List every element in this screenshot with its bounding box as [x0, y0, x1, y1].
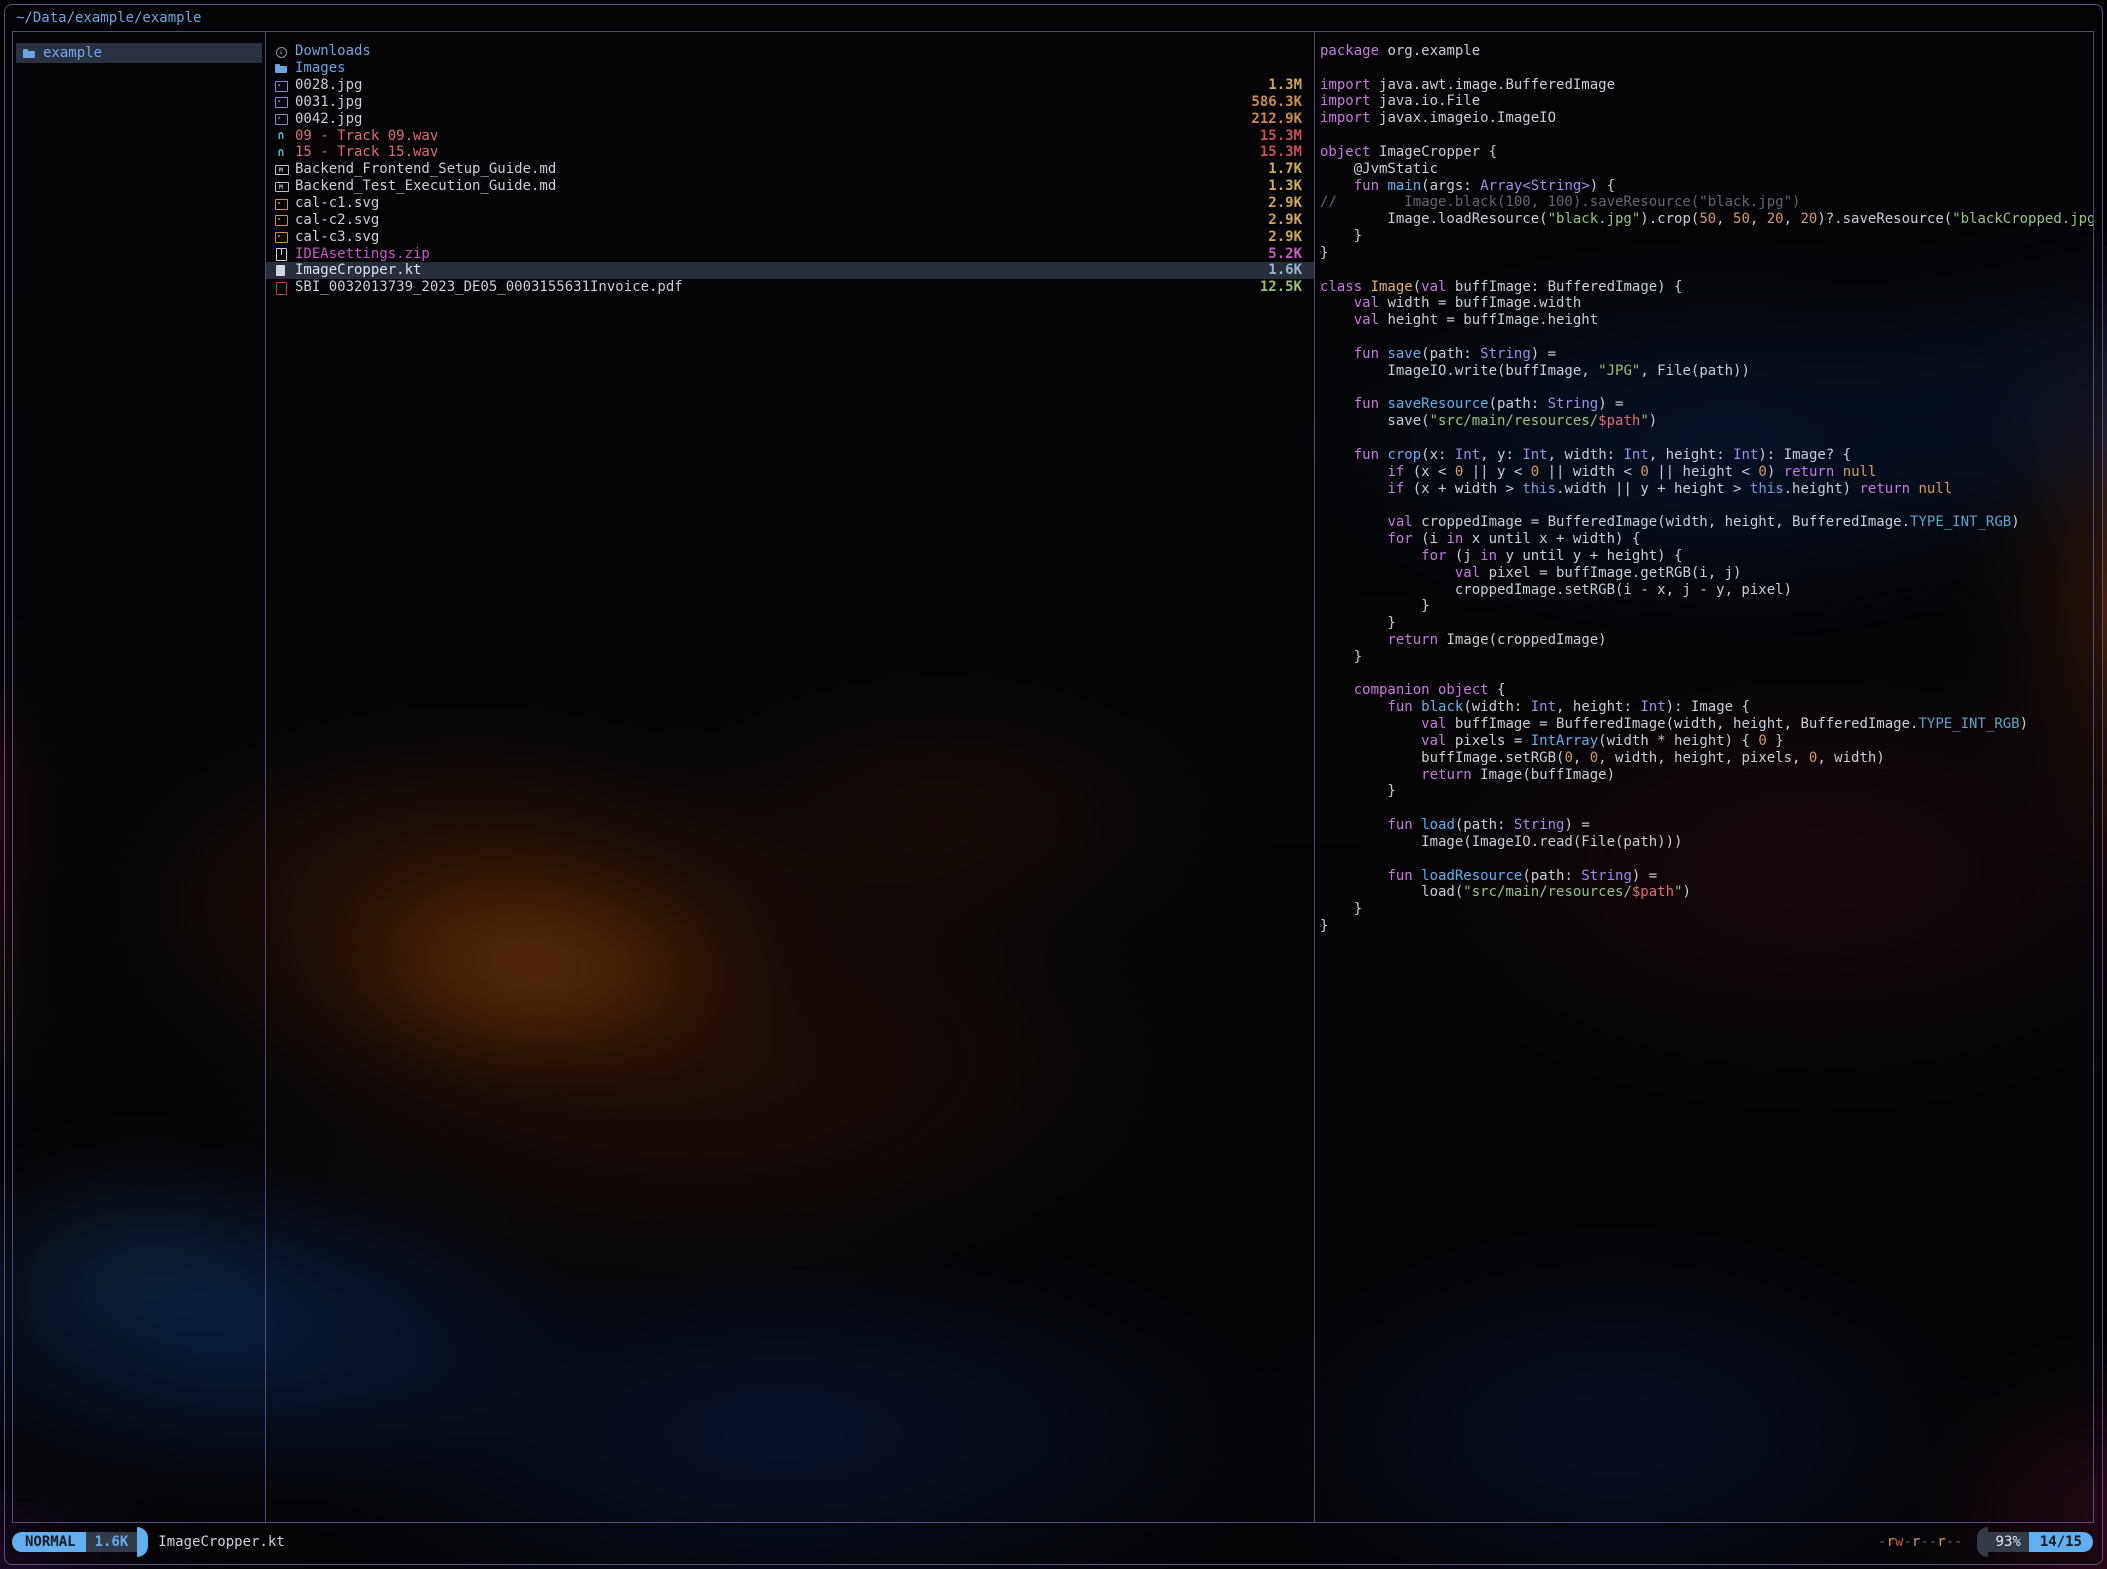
file-row-selected[interactable]: ImageCropper.kt 1.6K [266, 262, 1314, 279]
image-icon [274, 77, 289, 94]
parent-list: example [13, 32, 265, 63]
file-manager-panes: example Downloads Images [12, 31, 2094, 1523]
file-name: ImageCropper.kt [295, 262, 421, 278]
file-size: 12.5K [1252, 279, 1302, 295]
file-row[interactable]: 09 - Track 09.wav 15.3M [266, 127, 1314, 144]
pdf-icon [274, 279, 289, 296]
file-size: 15.3M [1252, 144, 1302, 160]
file-name: 15 - Track 15.wav [295, 144, 438, 160]
file-size: 5.2K [1260, 246, 1302, 262]
file-row[interactable]: cal-c1.svg 2.9K [266, 195, 1314, 212]
file-name: 09 - Track 09.wav [295, 128, 438, 144]
file-name: Downloads [295, 43, 371, 59]
file-row[interactable]: 0031.jpg 586.3K [266, 94, 1314, 111]
file-size: 2.9K [1260, 229, 1302, 245]
file-name: 0028.jpg [295, 77, 362, 93]
parent-pane: example [13, 32, 266, 1522]
file-list: Downloads Images 0028.jpg 1.3M [266, 32, 1314, 296]
current-pane: Downloads Images 0028.jpg 1.3M [266, 32, 1315, 1522]
image-icon [274, 195, 289, 212]
file-permissions: -rw-r--r-- [1878, 1534, 1962, 1550]
file-name: cal-c3.svg [295, 229, 379, 245]
cwd-path: ~/Data/example/example [16, 10, 201, 26]
status-bar: NORMAL 1.6K ImageCropper.kt -rw-r--r-- 9… [12, 1527, 2093, 1557]
folder-icon [22, 45, 37, 62]
file-name: 0031.jpg [295, 94, 362, 110]
file-icon [274, 262, 289, 279]
file-size: 1.3M [1260, 77, 1302, 93]
screen: ~/Data/example/example example Downloads [0, 0, 2107, 1569]
mode-indicator: NORMAL [12, 1532, 86, 1552]
file-row[interactable]: Backend_Test_Execution_Guide.md 1.3K [266, 178, 1314, 195]
file-size: 212.9K [1243, 111, 1302, 127]
file-name: cal-c1.svg [295, 195, 379, 211]
markdown-icon [274, 161, 289, 178]
file-size: 1.6K [1260, 262, 1302, 278]
file-row[interactable]: 0028.jpg 1.3M [266, 77, 1314, 94]
file-row[interactable]: IDEAsettings.zip 5.2K [266, 245, 1314, 262]
file-row[interactable]: cal-c2.svg 2.9K [266, 211, 1314, 228]
parent-item-example[interactable]: example [16, 43, 262, 63]
audio-icon [274, 144, 289, 161]
folder-download-icon [274, 43, 289, 60]
terminal-window: ~/Data/example/example example Downloads [4, 4, 2103, 1565]
segment-cap-icon [1977, 1527, 1988, 1557]
file-name: cal-c2.svg [295, 212, 379, 228]
folder-icon [274, 60, 289, 77]
file-row[interactable]: Backend_Frontend_Setup_Guide.md 1.7K [266, 161, 1314, 178]
file-size: 2.9K [1260, 195, 1302, 211]
code-preview: package org.exampleimport java.awt.image… [1315, 32, 2093, 935]
image-icon [274, 110, 289, 127]
image-icon [274, 228, 289, 245]
scroll-percentage: 93% [1988, 1532, 2029, 1552]
file-size: 2.9K [1260, 212, 1302, 228]
file-size: 586.3K [1243, 94, 1302, 110]
file-name: Images [295, 60, 346, 76]
markdown-icon [274, 178, 289, 195]
file-row[interactable]: cal-c3.svg 2.9K [266, 228, 1314, 245]
file-row[interactable]: 15 - Track 15.wav 15.3M [266, 144, 1314, 161]
file-size: 15.3M [1252, 128, 1302, 144]
preview-pane[interactable]: package org.exampleimport java.awt.image… [1315, 32, 2093, 1522]
status-size-segment: 1.6K [86, 1532, 138, 1552]
file-name: Backend_Frontend_Setup_Guide.md [295, 161, 556, 177]
file-name: Backend_Test_Execution_Guide.md [295, 178, 556, 194]
segment-cap-icon [137, 1527, 148, 1557]
status-filename: ImageCropper.kt [158, 1534, 284, 1550]
file-size: 1.3K [1260, 178, 1302, 194]
file-size: 1.7K [1260, 161, 1302, 177]
file-row[interactable]: SBI_0032013739_2023_DE05_0003155631Invoi… [266, 279, 1314, 296]
image-icon [274, 211, 289, 228]
file-row[interactable]: 0042.jpg 212.9K [266, 110, 1314, 127]
file-name: 0042.jpg [295, 111, 362, 127]
archive-icon [274, 245, 289, 262]
cursor-position: 14/15 [2029, 1532, 2093, 1552]
file-row[interactable]: Downloads [266, 43, 1314, 60]
parent-item-label: example [43, 45, 102, 61]
image-icon [274, 93, 289, 110]
file-row[interactable]: Images [266, 60, 1314, 77]
file-name: SBI_0032013739_2023_DE05_0003155631Invoi… [295, 279, 683, 295]
audio-icon [274, 127, 289, 144]
file-name: IDEAsettings.zip [295, 246, 430, 262]
